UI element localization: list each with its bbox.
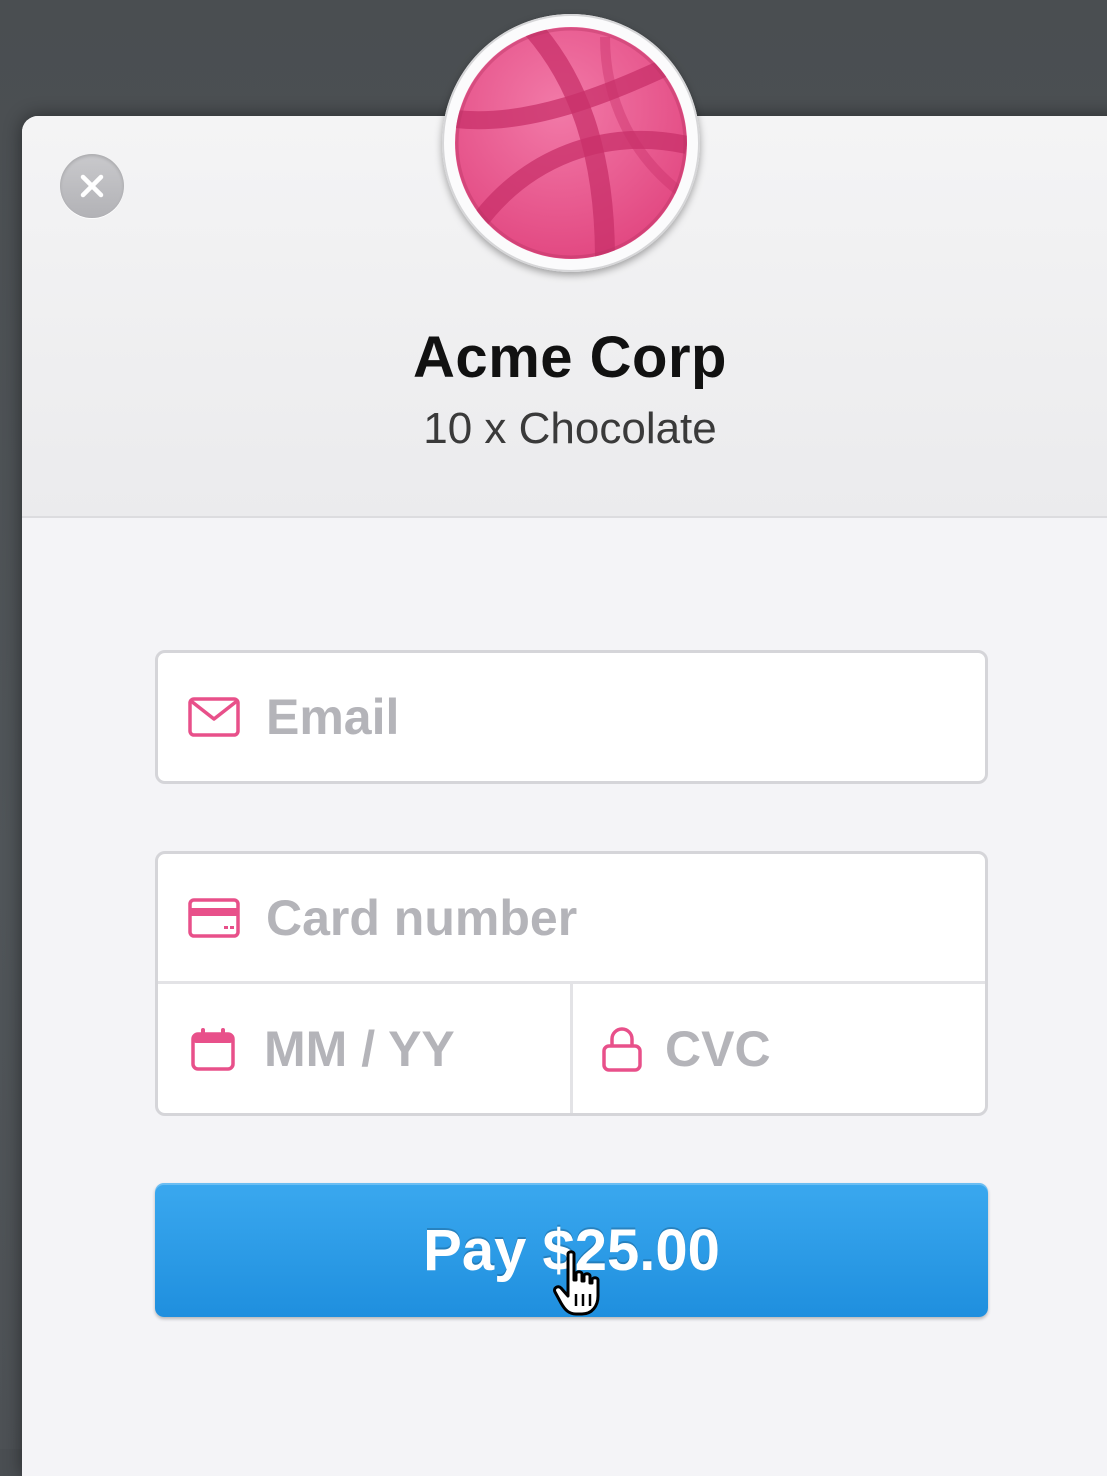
envelope-icon — [188, 697, 240, 737]
merchant-logo — [442, 14, 700, 272]
credit-card-icon — [188, 897, 240, 938]
email-field[interactable]: Email — [155, 650, 988, 784]
hand-pointer-cursor-icon — [553, 1250, 600, 1316]
close-icon — [80, 174, 104, 198]
merchant-name-text: Acme Corp — [413, 325, 727, 390]
calendar-icon — [190, 1026, 236, 1072]
close-button[interactable] — [60, 154, 124, 218]
email-placeholder: Email — [266, 689, 400, 745]
card-number-field[interactable]: Card number — [158, 854, 985, 984]
expiry-field[interactable]: MM / YY — [158, 984, 573, 1113]
cvc-field[interactable]: CVC — [573, 984, 985, 1113]
dribbble-ball-logo-icon — [455, 27, 687, 259]
card-details-group: Card number MM / YY CVC — [155, 851, 988, 1116]
expiry-placeholder: MM / YY — [264, 1020, 455, 1077]
merchant-name: Acme Corp — [22, 324, 1107, 391]
cvc-placeholder: CVC — [665, 1020, 771, 1077]
order-description: 10 x Chocolate — [22, 404, 1107, 454]
lock-icon — [601, 1026, 643, 1072]
card-number-placeholder: Card number — [266, 889, 578, 946]
order-description-text: 10 x Chocolate — [423, 404, 717, 453]
